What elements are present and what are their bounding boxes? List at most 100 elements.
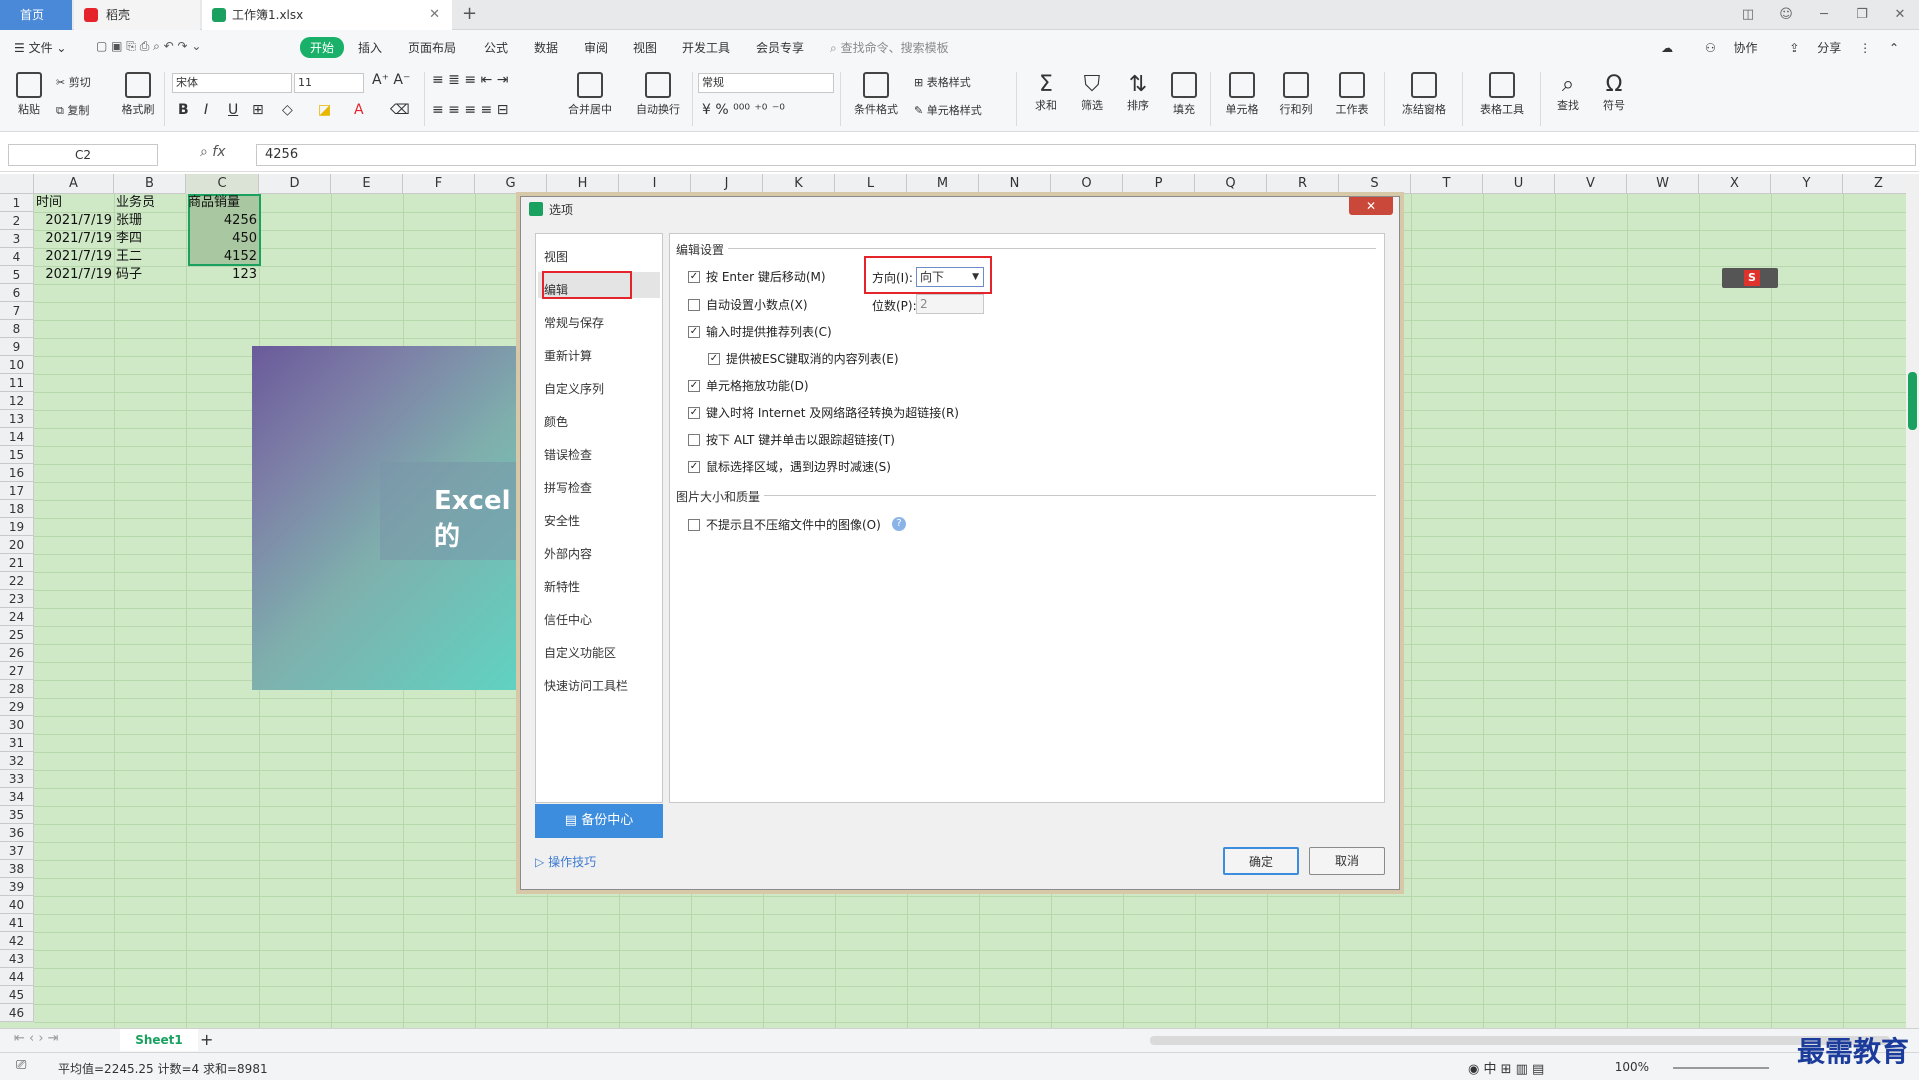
row-header[interactable]: 16: [0, 464, 33, 482]
wrap-button[interactable]: 自动换行: [628, 72, 688, 117]
table-cell[interactable]: 码子: [116, 266, 184, 284]
column-header[interactable]: C: [186, 174, 259, 194]
tab-workbook[interactable]: 工作簿1.xlsx ✕: [202, 0, 452, 30]
column-header[interactable]: R: [1267, 174, 1339, 194]
column-header[interactable]: O: [1051, 174, 1123, 194]
column-header[interactable]: A: [34, 174, 114, 194]
find-button[interactable]: ⌕ 查找: [1548, 72, 1588, 113]
cancel-button[interactable]: 取消: [1309, 847, 1385, 875]
table-cell[interactable]: 2021/7/19: [36, 212, 112, 230]
tab-docer[interactable]: 稻壳: [74, 0, 200, 30]
row-header[interactable]: 6: [0, 284, 33, 302]
column-header[interactable]: P: [1123, 174, 1195, 194]
macro-icon[interactable]: ⎚: [16, 1058, 26, 1073]
format-painter-button[interactable]: 格式刷: [118, 72, 158, 117]
table-cell[interactable]: 商品销量: [188, 194, 257, 212]
file-menu[interactable]: ☰ 文件 ⌄: [14, 39, 66, 56]
checkbox-checked[interactable]: ✓: [688, 325, 700, 338]
menu-insert[interactable]: 插入: [358, 39, 382, 56]
opt-decimal[interactable]: 自动设置小数点(X): [688, 296, 808, 313]
checkbox-checked[interactable]: ✓: [688, 406, 700, 419]
row-header[interactable]: 11: [0, 374, 33, 392]
row-header[interactable]: 2: [0, 212, 33, 230]
column-header[interactable]: Q: [1195, 174, 1267, 194]
fill-color-icon[interactable]: ◪: [318, 102, 331, 118]
zoom-level[interactable]: 100%: [1615, 1060, 1649, 1074]
row-header[interactable]: 21: [0, 554, 33, 572]
layout-icon[interactable]: ◫: [1729, 0, 1767, 30]
checkbox-checked[interactable]: ✓: [688, 379, 700, 392]
column-header[interactable]: Z: [1843, 174, 1906, 194]
collab-button[interactable]: ⚇ 协作: [1691, 41, 1758, 55]
promo-image[interactable]: Excel的: [252, 346, 522, 690]
nav-item[interactable]: 拼写检查: [544, 479, 592, 496]
row-header[interactable]: 41: [0, 914, 33, 932]
formula-input[interactable]: 4256: [256, 144, 1916, 166]
row-header[interactable]: 7: [0, 302, 33, 320]
font-color-icon[interactable]: A: [354, 102, 364, 118]
row-header[interactable]: 40: [0, 896, 33, 914]
table-cell[interactable]: 450: [188, 230, 257, 248]
column-header[interactable]: H: [547, 174, 619, 194]
clear-icon[interactable]: ⌫: [390, 102, 410, 118]
filter-button[interactable]: ⛉ 筛选: [1072, 72, 1112, 113]
direction-select[interactable]: 向下 ▼: [916, 267, 984, 287]
column-header[interactable]: F: [403, 174, 475, 194]
cell-effect-icon[interactable]: ◇: [282, 102, 293, 118]
column-header[interactable]: N: [979, 174, 1051, 194]
formula-icons[interactable]: ⌕ fx: [200, 144, 226, 160]
number-format-select[interactable]: 常规: [698, 73, 834, 93]
checkbox-checked[interactable]: ✓: [688, 270, 700, 283]
sheet-nav-icons[interactable]: ⇤ ‹ › ⇥: [14, 1031, 59, 1046]
menu-member[interactable]: 会员专享: [756, 39, 804, 56]
row-header[interactable]: 23: [0, 590, 33, 608]
share-button[interactable]: ⇪ 分享: [1775, 41, 1841, 55]
wps-float-toolbar[interactable]: S: [1722, 268, 1778, 288]
nav-item[interactable]: 自定义功能区: [544, 644, 616, 661]
column-header[interactable]: T: [1411, 174, 1483, 194]
opt-image-compress[interactable]: 不提示且不压缩文件中的图像(O): [688, 516, 881, 533]
column-header[interactable]: I: [619, 174, 691, 194]
row-header[interactable]: 38: [0, 860, 33, 878]
column-header[interactable]: S: [1339, 174, 1411, 194]
opt-enter-move[interactable]: ✓ 按 Enter 键后移动(M): [688, 268, 826, 285]
row-header[interactable]: 29: [0, 698, 33, 716]
checkbox-checked[interactable]: ✓: [708, 352, 720, 365]
align-horizontal-icons[interactable]: ≡ ≡ ≡ ≡ ⊟: [432, 102, 508, 118]
table-cell[interactable]: 123: [188, 266, 257, 284]
close-tab-icon[interactable]: ✕: [429, 0, 440, 30]
nav-item[interactable]: 信任中心: [544, 611, 592, 628]
nav-item[interactable]: 安全性: [544, 512, 580, 529]
row-header[interactable]: 4: [0, 248, 33, 266]
row-header[interactable]: 9: [0, 338, 33, 356]
table-cell[interactable]: 2021/7/19: [36, 266, 112, 284]
underline-icon[interactable]: U: [228, 102, 238, 118]
column-header[interactable]: U: [1483, 174, 1555, 194]
digits-spinner[interactable]: 2: [916, 294, 984, 314]
row-header[interactable]: 46: [0, 1004, 33, 1022]
row-header[interactable]: 25: [0, 626, 33, 644]
opt-autocomplete[interactable]: ✓ 输入时提供推荐列表(C): [688, 323, 832, 340]
row-header[interactable]: 1: [0, 194, 33, 212]
column-header[interactable]: G: [475, 174, 547, 194]
row-header[interactable]: 34: [0, 788, 33, 806]
column-header[interactable]: B: [114, 174, 186, 194]
row-header[interactable]: 13: [0, 410, 33, 428]
row-header[interactable]: 27: [0, 662, 33, 680]
menu-data[interactable]: 数据: [534, 39, 558, 56]
row-header[interactable]: 3: [0, 230, 33, 248]
row-header[interactable]: 12: [0, 392, 33, 410]
row-header[interactable]: 33: [0, 770, 33, 788]
table-cell[interactable]: 张珊: [116, 212, 184, 230]
menu-dev[interactable]: 开发工具: [682, 39, 730, 56]
new-tab-icon[interactable]: +: [462, 3, 477, 24]
row-header[interactable]: 39: [0, 878, 33, 896]
row-header[interactable]: 45: [0, 986, 33, 1004]
tips-link[interactable]: ▷ 操作技巧: [535, 853, 596, 870]
column-header[interactable]: J: [691, 174, 763, 194]
opt-esc-list[interactable]: ✓ 提供被ESC键取消的内容列表(E): [708, 350, 899, 367]
collapse-ribbon-icon[interactable]: ⌃: [1889, 41, 1899, 55]
checkbox-unchecked[interactable]: [688, 433, 700, 446]
table-cell[interactable]: 4256: [188, 212, 257, 230]
dialog-close-button[interactable]: ✕: [1349, 197, 1393, 215]
